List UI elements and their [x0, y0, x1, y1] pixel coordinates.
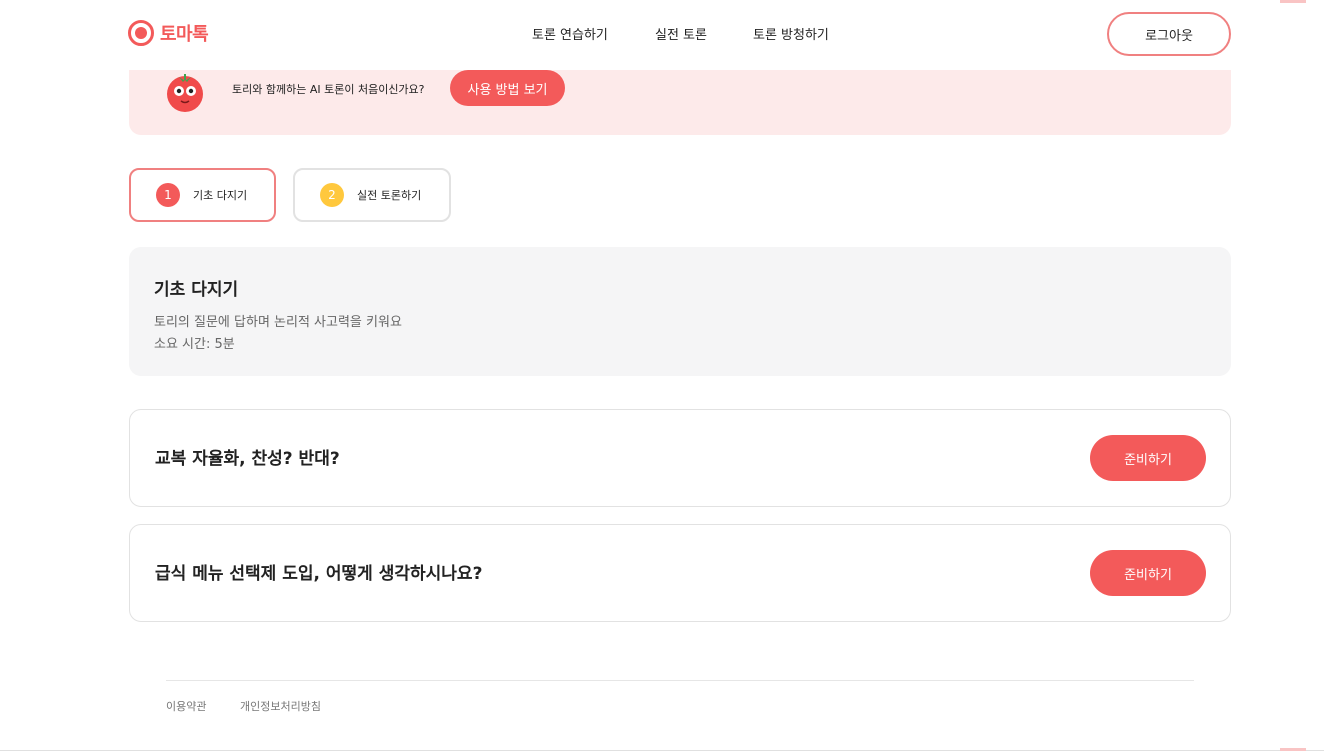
- info-duration: 소요 시간: 5분: [154, 337, 235, 352]
- nav-real-debate[interactable]: 실전 토론: [655, 24, 707, 43]
- topic-title: 교복 자율화, 찬성? 반대?: [155, 449, 340, 469]
- info-description: 토리의 질문에 답하며 논리적 사고력을 키워요: [154, 315, 402, 330]
- step-tab-basics[interactable]: 1 기초 다지기: [129, 168, 276, 222]
- step-info-card: 기초 다지기 토리의 질문에 답하며 논리적 사고력을 키워요 소요 시간: 5…: [129, 247, 1231, 376]
- logout-button[interactable]: 로그아웃: [1107, 12, 1231, 56]
- prepare-button[interactable]: 준비하기: [1090, 435, 1206, 481]
- topic-title: 급식 메뉴 선택제 도입, 어떻게 생각하시나요?: [155, 564, 483, 584]
- footer-terms-link[interactable]: 이용약관: [166, 698, 206, 714]
- step-tab-real-debate[interactable]: 2 실전 토론하기: [293, 168, 451, 222]
- prepare-button[interactable]: 준비하기: [1090, 550, 1206, 596]
- topic-card: 교복 자율화, 찬성? 반대? 준비하기: [129, 409, 1231, 507]
- info-title: 기초 다지기: [154, 280, 239, 300]
- nav-spectate[interactable]: 토론 방청하기: [753, 24, 829, 43]
- step-number-badge: 1: [156, 183, 180, 207]
- step-number-badge: 2: [320, 183, 344, 207]
- nav-practice[interactable]: 토론 연습하기: [532, 24, 608, 43]
- header: 토마톡 토론 연습하기 실전 토론 토론 방청하기 로그아웃: [0, 0, 1324, 70]
- how-to-use-button[interactable]: 사용 방법 보기: [450, 70, 565, 106]
- step-label: 실전 토론하기: [357, 189, 422, 202]
- corner-accent: [1280, 0, 1306, 3]
- banner-text: 토리와 함께하는 AI 토론이 처음이신가요?: [232, 83, 425, 96]
- tomato-mascot-icon: [167, 74, 203, 112]
- corner-accent: [1280, 748, 1306, 751]
- step-label: 기초 다지기: [193, 189, 248, 202]
- footer-privacy-link[interactable]: 개인정보처리방침: [240, 698, 321, 714]
- page-bottom-divider: [0, 750, 1324, 751]
- intro-banner: 토리와 함께하는 AI 토론이 처음이신가요? 사용 방법 보기: [129, 70, 1231, 135]
- footer-divider: [166, 680, 1194, 681]
- topic-card: 급식 메뉴 선택제 도입, 어떻게 생각하시나요? 준비하기: [129, 524, 1231, 622]
